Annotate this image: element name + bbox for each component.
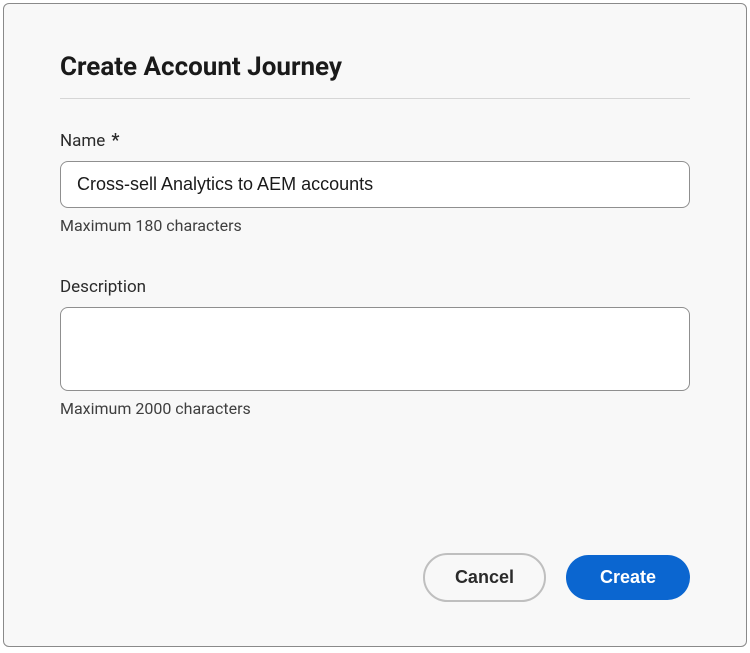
divider [60,98,690,99]
create-account-journey-dialog: Create Account Journey Name * Maximum 18… [3,3,747,647]
description-helper-text: Maximum 2000 characters [60,399,690,418]
name-label-text: Name [60,131,105,151]
description-field: Description Maximum 2000 characters [60,277,690,418]
description-label-text: Description [60,277,146,297]
dialog-title: Create Account Journey [60,52,690,82]
name-field: Name * Maximum 180 characters [60,131,690,235]
create-button[interactable]: Create [566,555,690,600]
cancel-button[interactable]: Cancel [423,553,546,602]
dialog-footer: Cancel Create [423,553,690,602]
name-helper-text: Maximum 180 characters [60,216,690,235]
required-asterisk-icon: * [111,132,119,150]
description-input[interactable] [60,307,690,391]
description-label: Description [60,277,690,297]
name-label: Name * [60,131,690,151]
name-input[interactable] [60,161,690,208]
